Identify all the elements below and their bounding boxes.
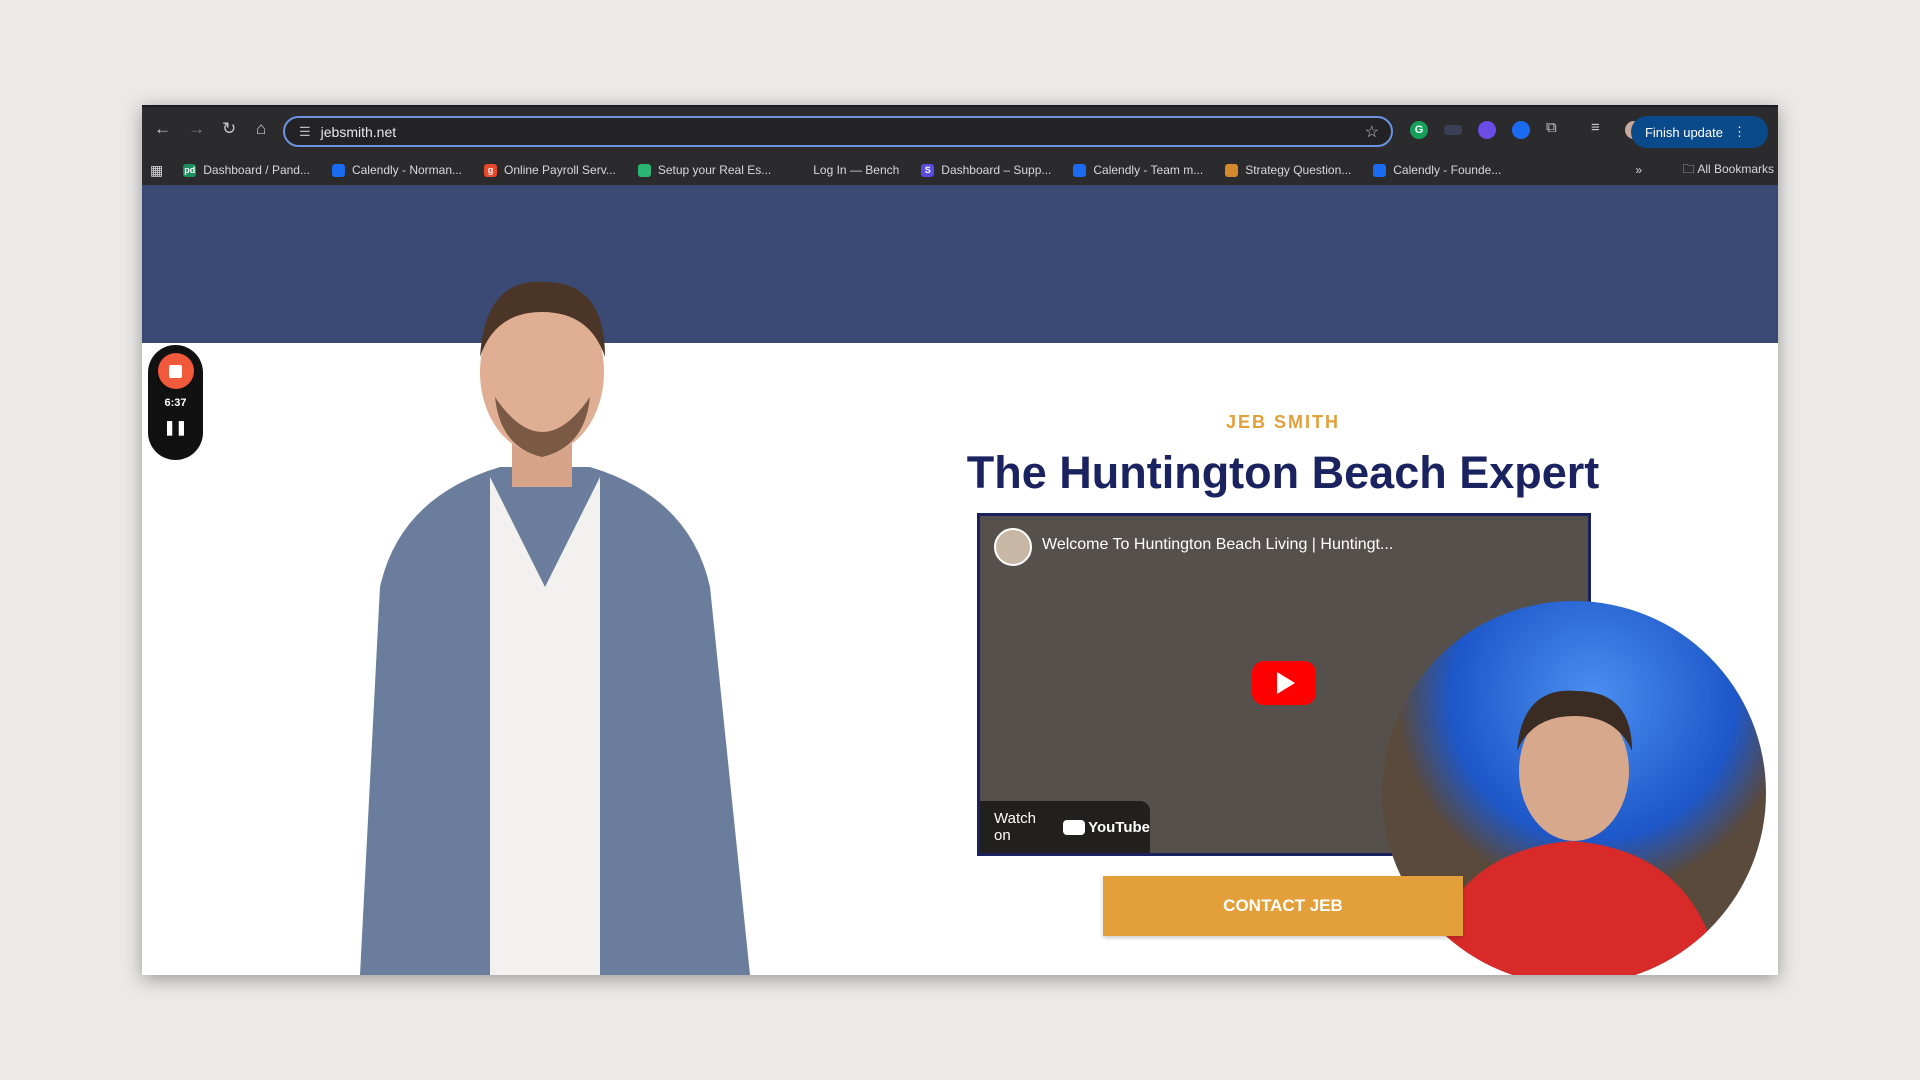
menu-dots-icon: ⋮ (1733, 124, 1746, 139)
more-bookmarks-icon[interactable]: » (1635, 163, 1642, 177)
address-bar[interactable]: ☰ jebsmith.net ☆ (283, 116, 1393, 147)
bookmarks-bar: ▦ pd Dashboard / Pand... Calendly - Norman… (142, 155, 1778, 185)
finish-update-label: Finish update (1644, 124, 1723, 140)
bookmark-item[interactable]: Setup your Real Es... (637, 163, 772, 177)
bookmark-favicon-icon (1225, 163, 1239, 177)
bookmark-favicon-icon (1073, 163, 1087, 177)
bookmark-item[interactable]: Calendly - Founde... (1373, 163, 1501, 177)
bookmark-item[interactable]: Log In — Bench (793, 163, 899, 177)
bookmark-favicon-icon (1373, 163, 1387, 177)
channel-avatar[interactable] (994, 528, 1032, 566)
bookmark-item[interactable]: Calendly - Norman... (331, 163, 463, 177)
bookmark-label: Calendly - Founde... (1393, 163, 1502, 177)
bookmark-label: Dashboard / Pand... (203, 163, 310, 177)
home-icon[interactable]: ⌂ (256, 119, 266, 139)
extension-gear-icon[interactable] (1478, 121, 1496, 139)
bookmark-item[interactable]: Strategy Question... (1225, 163, 1351, 177)
back-icon[interactable]: ← (154, 119, 171, 139)
stop-recording-button[interactable] (157, 353, 194, 389)
bookmark-item[interactable]: S Dashboard – Supp... (921, 163, 1051, 177)
bookmark-favicon-icon: S (921, 163, 935, 177)
pause-icon[interactable]: ❚❚ (164, 419, 187, 436)
web-page: 6:37 ❚❚ JEB SMITH The Huntington Beach E… (142, 185, 1778, 975)
extension-icon[interactable] (1444, 125, 1462, 135)
media-icon[interactable]: ≡ (1591, 119, 1600, 136)
grammarly-icon[interactable]: G (1410, 121, 1428, 139)
url-text: jebsmith.net (320, 123, 397, 140)
bookmark-label: Online Payroll Serv... (504, 163, 616, 177)
finish-update-button[interactable]: Finish update ⋮ (1630, 116, 1768, 148)
reload-icon[interactable]: ↻ (222, 119, 236, 139)
video-title[interactable]: Welcome To Huntington Beach Living | Hun… (1042, 536, 1393, 554)
bookmark-item[interactable]: g Online Payroll Serv... (484, 163, 616, 177)
youtube-logo: YouTube (1063, 819, 1150, 836)
bookmark-favicon-icon (793, 163, 807, 177)
browser-toolbar: ← → ↻ ⌂ ☰ jebsmith.net ☆ G ⧉ ≡ Finish up… (142, 105, 1778, 155)
calendly-icon[interactable] (1512, 121, 1530, 139)
site-settings-icon[interactable]: ☰ (299, 124, 311, 140)
all-bookmarks-label: All Bookmarks (1697, 161, 1774, 176)
bookmark-label: Setup your Real Es... (657, 163, 772, 177)
bookmark-label: Calendly - Norman... (351, 163, 463, 177)
bookmark-favicon-icon (331, 163, 345, 177)
bookmark-label: Calendly - Team m... (1093, 163, 1204, 177)
apps-grid-icon[interactable]: ▦ (150, 162, 163, 179)
bookmark-label: Log In — Bench (813, 163, 900, 177)
watch-on-youtube-link[interactable]: Watch on YouTube (980, 801, 1150, 853)
recording-time: 6:37 (164, 397, 187, 409)
bookmark-item[interactable]: Calendly - Team m... (1073, 163, 1203, 177)
watch-on-label: Watch on (994, 810, 1036, 844)
bookmark-favicon-icon: g (484, 163, 498, 177)
bookmark-star-icon[interactable]: ☆ (1365, 122, 1379, 142)
play-button[interactable] (1252, 661, 1316, 705)
extensions-puzzle-icon[interactable]: ⧉ (1546, 119, 1557, 136)
browser-window: ← → ↻ ⌂ ☰ jebsmith.net ☆ G ⧉ ≡ Finish up… (142, 105, 1778, 975)
agent-photo (360, 281, 750, 975)
forward-icon[interactable]: → (188, 119, 205, 139)
youtube-label: YouTube (1088, 818, 1150, 836)
bookmark-label: Dashboard – Supp... (941, 163, 1052, 177)
bookmark-favicon-icon: pd (183, 163, 197, 177)
all-bookmarks[interactable]: 🗀 All Bookmarks (1683, 160, 1774, 181)
bookmark-label: Strategy Question... (1245, 163, 1352, 177)
contact-button[interactable]: CONTACT JEB (1103, 876, 1463, 936)
bookmark-favicon-icon (637, 163, 651, 177)
bookmark-item[interactable]: pd Dashboard / Pand... (183, 163, 310, 177)
page-title: The Huntington Beach Expert (966, 447, 1600, 498)
hero-eyebrow: JEB SMITH (1225, 412, 1340, 432)
screen-recorder-widget: 6:37 ❚❚ (148, 345, 203, 460)
